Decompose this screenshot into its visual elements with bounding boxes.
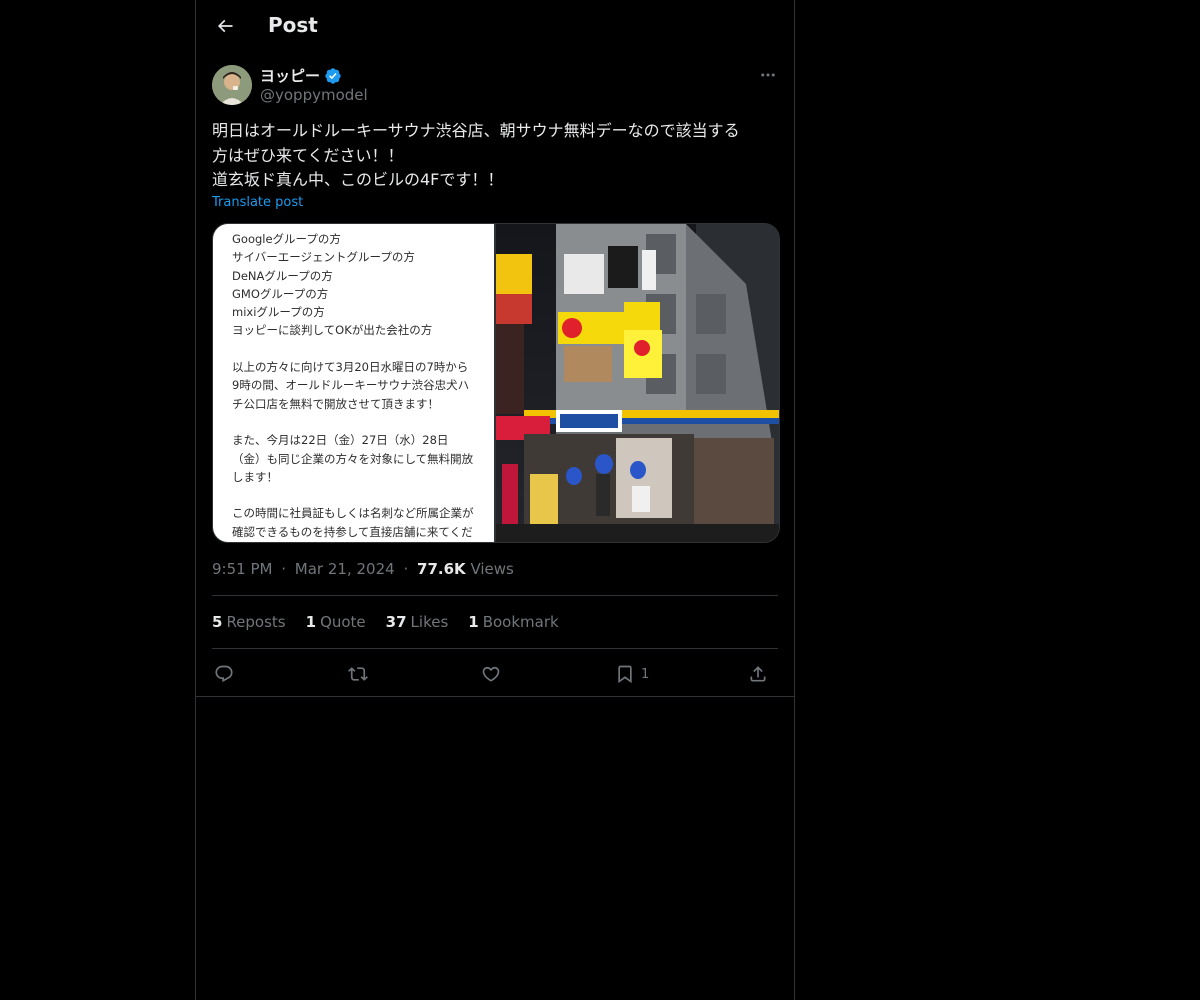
document-line: サイバーエージェントグループの方	[232, 250, 415, 265]
document-line: 9時の間、オールドルーキーサウナ渋谷忠犬ハ	[232, 378, 470, 393]
repost-button[interactable]	[348, 660, 368, 688]
back-arrow-icon	[217, 19, 233, 33]
translate-post-link[interactable]: Translate post	[212, 195, 303, 210]
document-line: この時間に社員証もしくは名刺など所属企業が	[232, 506, 474, 521]
action-bar: 1	[212, 660, 778, 688]
post-time[interactable]: 9:51 PM	[212, 560, 272, 578]
bookmark-icon	[618, 665, 632, 684]
reply-button[interactable]	[214, 660, 234, 688]
post-detail-column: Post ヨッピー @yoppymodel 明日はオールドルーキーサウナ渋谷店、…	[195, 0, 795, 1000]
building-photo[interactable]	[496, 224, 779, 542]
author-handle[interactable]: @yoppymodel	[260, 86, 368, 104]
document-line: GMOグループの方	[232, 286, 329, 301]
document-line: mixiグループの方	[232, 305, 325, 320]
building-photo-illustration	[496, 224, 779, 542]
verified-badge-icon[interactable]	[324, 67, 342, 85]
engagement-stats: 5 Reposts 1 Quote 37 Likes 1 Bookmark	[212, 613, 559, 631]
document-line: DeNAグループの方	[232, 268, 333, 283]
post-text: 明日はオールドルーキーサウナ渋谷店、朝サウナ無料デーなので該当する 方はぜひ来て…	[212, 121, 740, 189]
document-line	[232, 340, 486, 358]
reply-icon	[215, 665, 233, 683]
share-button[interactable]	[748, 660, 768, 688]
more-icon	[761, 73, 775, 77]
document-line: チ公口店を無料で開放させて頂きます！	[232, 396, 439, 411]
divider	[196, 696, 794, 697]
document-line: Googleグループの方	[232, 232, 341, 246]
bookmark-button[interactable]: 1	[615, 660, 649, 688]
like-icon	[482, 666, 500, 682]
author-name[interactable]: ヨッピー	[260, 65, 320, 86]
bookmark-count: 1	[641, 666, 650, 682]
bookmarks-stat[interactable]: 1 Bookmark	[468, 613, 558, 631]
document-line: また、今月は22日（金）27日（水）28日	[232, 433, 449, 448]
author-name-row[interactable]: ヨッピー	[260, 65, 342, 86]
separator: ·	[403, 560, 409, 578]
media-grid: Googleグループの方サイバーエージェントグループの方 DeNAグループの方 GM…	[212, 223, 780, 543]
share-icon	[750, 666, 766, 682]
document-line	[232, 413, 486, 431]
views-label: Views	[470, 560, 514, 578]
divider	[212, 595, 778, 596]
document-line: 以上の方々に向けて3月20日水曜日の7時から	[232, 360, 469, 375]
document-image[interactable]: Googleグループの方サイバーエージェントグループの方 DeNAグループの方 GM…	[213, 224, 494, 542]
repost-icon	[348, 667, 368, 681]
document-line: 確認できるものを持参して直接店舗に来てくだ	[232, 524, 473, 539]
timestamp-row: 9:51 PM · Mar 21, 2024 · 77.6K Views	[212, 560, 514, 578]
page-title: Post	[268, 13, 318, 37]
like-button[interactable]	[481, 660, 501, 688]
views-count: 77.6K	[417, 560, 466, 578]
likes-stat[interactable]: 37 Likes	[386, 613, 449, 631]
avatar-image	[212, 65, 252, 105]
avatar[interactable]	[212, 65, 252, 105]
document-line	[232, 486, 486, 504]
top-bar: Post	[196, 0, 794, 53]
divider	[212, 648, 778, 649]
post-date[interactable]: Mar 21, 2024	[295, 560, 395, 578]
quotes-stat[interactable]: 1 Quote	[306, 613, 366, 631]
separator: ·	[281, 560, 287, 578]
more-button[interactable]	[756, 65, 780, 85]
back-button[interactable]	[208, 9, 242, 43]
document-line: ヨッピーに談判してOKが出た会社の方	[232, 323, 433, 338]
document-line: （金）も同じ企業の方々を対象にして無料開放	[232, 451, 474, 466]
document-line: します！	[232, 469, 278, 484]
reposts-stat[interactable]: 5 Reposts	[212, 613, 286, 631]
